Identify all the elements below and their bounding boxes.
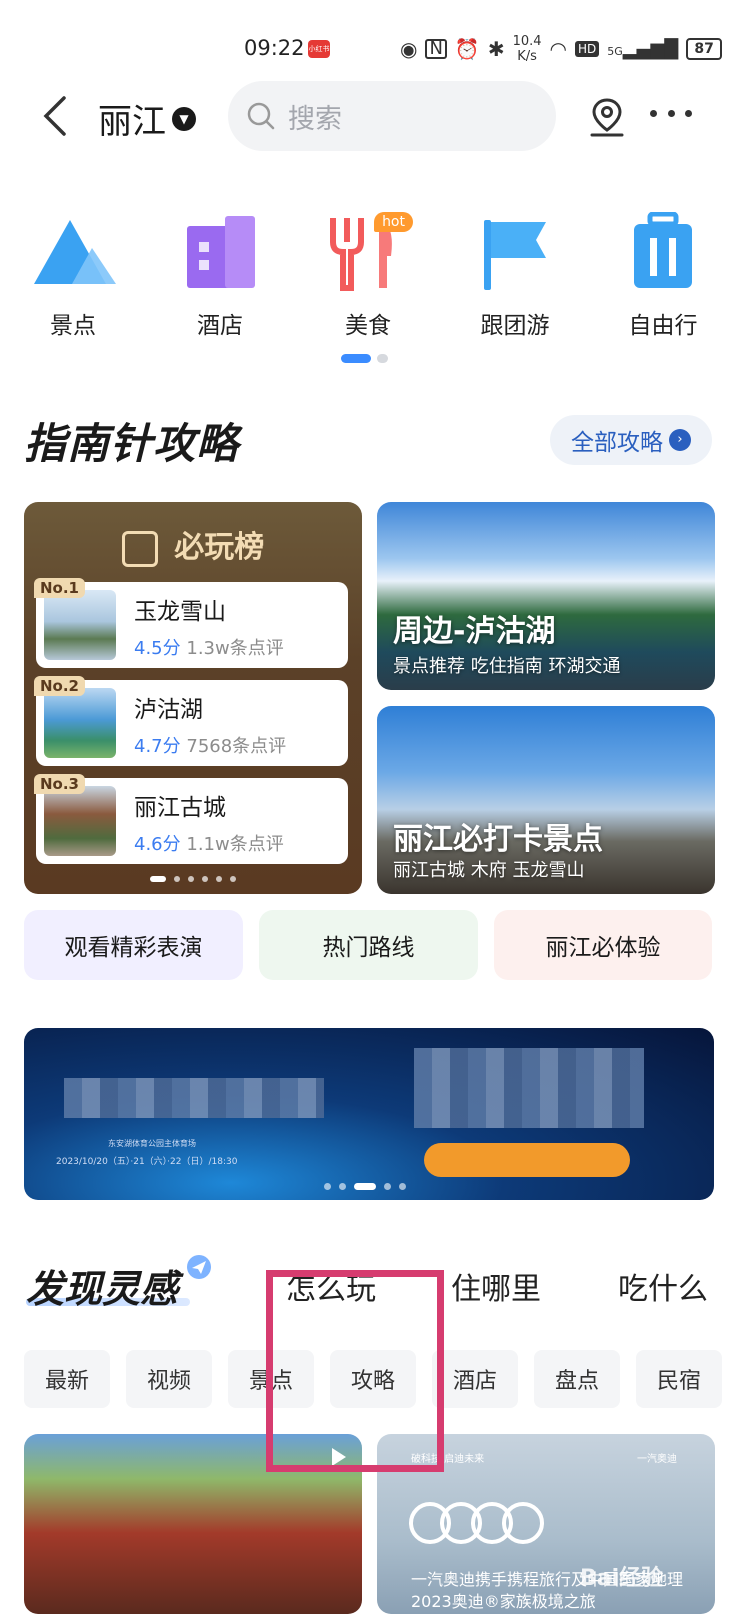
hot-badge: hot [374,212,413,232]
must-play-ranking-card[interactable]: 必玩榜 No.1 玉龙雪山 4.5分 1.3w条点评 No.2 泸沽湖 4.7分… [24,502,362,894]
category-hotels[interactable]: 酒店 [165,212,275,340]
ranking-pager [24,876,362,882]
attraction-thumbnail [44,688,116,758]
luggage-icon [618,211,708,292]
category-attractions[interactable]: 景点 [18,212,128,340]
tag-latest[interactable]: 最新 [24,1350,110,1408]
app-notification-icon: 小红书 [308,40,330,58]
category-label: 酒店 [197,313,243,339]
chevron-right-icon: › [669,429,691,451]
guide-section-title: 指南针攻略 [24,419,240,468]
attraction-thumbnail [44,590,116,660]
attraction-name: 泸沽湖 [134,697,203,723]
more-options-button[interactable] [650,110,692,122]
chevron-down-icon: ▼ [172,106,196,131]
watermark: Bai经验 [580,1566,664,1591]
bluetooth-icon: ✱ [487,37,505,61]
attraction-rating: 4.7分 7568条点评 [134,736,287,757]
hd-icon: HD [575,41,600,57]
blurred-banner-text [414,1048,644,1128]
highlight-box [266,1270,444,1472]
all-guides-button[interactable]: 全部攻略 › [550,415,712,465]
banner-date: 2023/10/20（五）·21（六）·22（日）/18:30 [56,1157,238,1167]
attraction-rating: 4.6分 1.1w条点评 [134,834,284,855]
rank-number: No.3 [34,774,85,794]
guide-card-subtitle: 景点推荐 吃住指南 环湖交通 [393,656,621,677]
search-icon [247,102,275,130]
tag-rankings[interactable]: 盘点 [534,1350,620,1408]
eye-icon: ◉ [400,37,418,61]
attraction-rating: 4.5分 1.3w条点评 [134,638,284,659]
category-label: 景点 [50,313,96,339]
chip-popular-routes[interactable]: 热门路线 [259,910,478,980]
category-label: 自由行 [628,313,698,339]
all-guides-label: 全部攻略 [571,430,663,456]
location-button[interactable] [588,96,626,138]
flag-icon [470,212,560,292]
ranking-logo-icon [121,530,158,567]
guide-card-lugu-lake[interactable]: 周边-泸沽湖 景点推荐 吃住指南 环湖交通 [377,502,715,690]
paper-plane-icon [186,1254,212,1284]
audi-rings-logo [409,1502,544,1544]
attraction-name: 丽江古城 [134,795,226,821]
search-bar[interactable]: 搜索 [228,81,556,151]
banner-cta-button[interactable] [424,1143,630,1177]
tag-hotels[interactable]: 酒店 [432,1350,518,1408]
category-label: 跟团游 [480,313,550,339]
ranking-item[interactable]: No.1 玉龙雪山 4.5分 1.3w条点评 [34,578,348,668]
building-icon [175,212,265,292]
tab-what-to-eat[interactable]: 吃什么 [618,1264,708,1308]
category-pager [341,354,388,363]
rank-number: No.1 [34,578,85,598]
rank-number: No.2 [34,676,85,696]
ranking-item[interactable]: No.2 泸沽湖 4.7分 7568条点评 [34,676,348,766]
guide-card-subtitle: 丽江古城 木府 玉龙雪山 [393,860,585,881]
guide-card-title: 丽江必打卡景点 [393,822,603,857]
guide-card-lijiang-spots[interactable]: 丽江必打卡景点 丽江古城 木府 玉龙雪山 [377,706,715,894]
tag-homestays[interactable]: 民宿 [636,1350,722,1408]
nfc-icon: N [425,39,447,59]
attraction-name: 玉龙雪山 [134,599,226,625]
promo-banner[interactable]: 东安湖体育公园主体育场 2023/10/20（五）·21（六）·22（日）/18… [24,1028,714,1200]
category-food[interactable]: hot 美食 [313,212,423,340]
banner-location: 东安湖体育公园主体育场 [108,1139,196,1148]
map-pin-icon [590,98,624,137]
net-speed: 10.4 K/s [512,34,542,64]
attraction-thumbnail [44,786,116,856]
category-label: 美食 [345,313,391,339]
ad-top-right-text: 一汽奥迪 [637,1454,677,1465]
battery-icon: 87 [686,38,723,60]
category-group-tours[interactable]: 跟团游 [460,212,570,340]
tag-video[interactable]: 视频 [126,1350,212,1408]
discover-section-title: 发现灵感 [26,1267,179,1311]
banner-pager [324,1183,406,1190]
ranking-title: 必玩榜 [24,522,362,567]
guide-card-title: 周边-泸沽湖 [393,614,556,649]
signal-icon: 5G▂▄▆█ [607,38,679,60]
search-placeholder: 搜索 [288,103,342,135]
category-independent-travel[interactable]: 自由行 [608,211,718,340]
mountain-icon [28,212,118,292]
chip-watch-shows[interactable]: 观看精彩表演 [24,910,243,980]
fork-knife-icon: hot [323,212,413,292]
status-time: 09:22 [244,36,305,60]
wifi-icon: ◠ [549,37,567,61]
chip-lijiang-experiences[interactable]: 丽江必体验 [494,910,712,980]
city-selector[interactable]: 丽江 ▼ [98,94,196,143]
city-name: 丽江 [98,102,166,142]
ad-line-2: 2023奥迪®家族极境之旅 [411,1592,596,1611]
alarm-icon: ⏰ [454,37,480,61]
blurred-banner-text [64,1078,324,1118]
ranking-item[interactable]: No.3 丽江古城 4.6分 1.1w条点评 [34,774,348,864]
tab-where-to-stay[interactable]: 住哪里 [451,1264,541,1308]
status-icons: ◉ N ⏰ ✱ 10.4 K/s ◠ HD 5G▂▄▆█ 87 [400,34,723,64]
back-button[interactable] [40,94,70,138]
